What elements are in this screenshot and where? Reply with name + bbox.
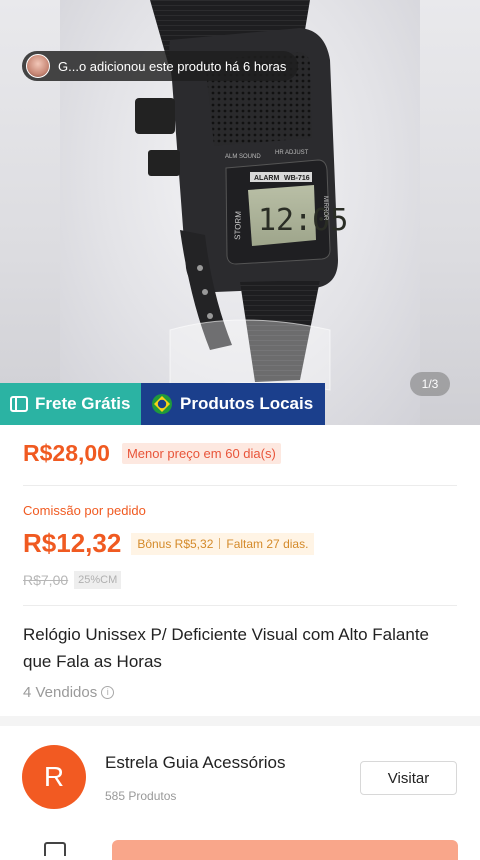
local-products-label: Produtos Locais (180, 394, 314, 413)
old-commission: R$7,00 (23, 572, 69, 588)
free-shipping-badge: Frete Grátis (0, 383, 141, 425)
product-price: R$28,00 (23, 440, 110, 466)
product-image-carousel[interactable]: ALM SOUND HR ADJUST ALARM WB-716 12:05 S… (0, 0, 480, 425)
visit-store-button[interactable]: Visitar (360, 761, 457, 795)
shipping-badges: Frete Grátis Produtos Locais (0, 383, 325, 425)
notification-text: G...o adicionou este produto há 6 horas (58, 58, 287, 74)
watch-right-label: MIRROR (322, 196, 328, 221)
watch-left-label: STORM (233, 211, 243, 240)
product-title: Relógio Unissex P/ Deficiente Visual com… (23, 625, 429, 671)
bonus-amount: Bônus R$5,32 (137, 536, 214, 551)
free-shipping-label: Frete Grátis (35, 394, 131, 413)
watch-alarm-label: ALARM (254, 175, 279, 182)
old-commission-row: R$7,00 25%CM (23, 571, 122, 589)
commission-row: R$12,32 Bônus R$5,32 Faltam 27 dias. (23, 528, 315, 559)
store-avatar[interactable]: R (22, 745, 86, 809)
coupon-icon (10, 396, 28, 412)
commission-label: Comissão por pedido (23, 503, 146, 518)
lowest-price-tag: Menor preço em 60 dia(s) (121, 443, 281, 464)
store-product-count: 585 Produtos (105, 789, 177, 803)
commission-rate-tag: 25%CM (74, 571, 122, 589)
bonus-tag: Bônus R$5,32 Faltam 27 dias. (131, 532, 315, 555)
bonus-remaining: Faltam 27 dias. (226, 536, 309, 551)
watch-model-label: WB-716 (284, 175, 310, 182)
commission-value: R$12,32 (23, 528, 122, 558)
primary-action-button[interactable] (112, 840, 458, 860)
user-avatar (26, 54, 50, 78)
divider (23, 485, 457, 486)
brazil-flag-icon (152, 394, 172, 414)
recent-add-notification: G...o adicionou este produto há 6 horas (22, 51, 299, 81)
watch-time-display: 12:05 (258, 203, 348, 238)
watch-top-right-label: HR ADJUST (275, 150, 309, 156)
image-counter: 1/3 (410, 372, 450, 396)
section-separator (0, 716, 480, 726)
sold-count-text: 4 Vendidos (23, 684, 98, 701)
sold-count: 4 Vendidos i (23, 684, 115, 701)
store-name[interactable]: Estrela Guia Acessórios (105, 753, 285, 773)
watch-top-left-label: ALM SOUND (225, 154, 261, 160)
divider (23, 605, 457, 606)
local-products-badge: Produtos Locais (141, 383, 325, 425)
bonus-separator (219, 538, 221, 549)
info-icon[interactable]: i (101, 686, 115, 699)
price-row: R$28,00 Menor preço em 60 dia(s) (23, 440, 281, 467)
